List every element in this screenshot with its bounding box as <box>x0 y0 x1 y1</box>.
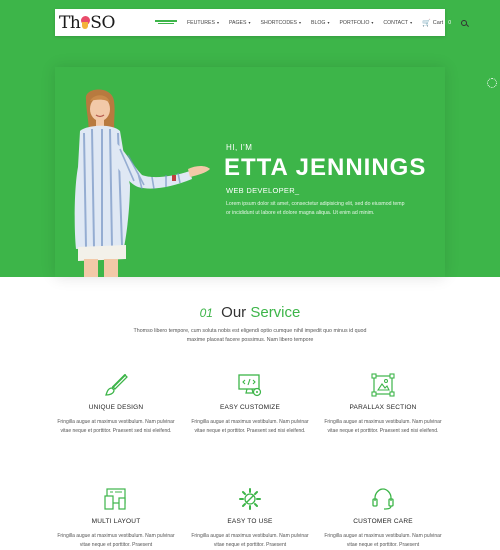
nav-item-portfolio[interactable]: PORTFOLIO ▾ <box>339 20 373 26</box>
hero-person-image <box>74 89 210 277</box>
nav-item-features[interactable]: FEUTURES ▾ <box>187 20 219 26</box>
nav-item-blog[interactable]: BLOG ▾ <box>311 20 329 26</box>
section-intro: Thomso libero tempore, cum soluta nobis … <box>133 328 367 343</box>
hero-role: WEB DEVELOPER_ <box>226 186 300 195</box>
headset-icon <box>372 488 394 510</box>
loader-icon <box>487 78 497 88</box>
logo-mark-icon <box>79 13 93 30</box>
hero-name: ETTA JENNINGS <box>224 154 427 181</box>
hero-description: Lorem ipsum dolor sit amet, consectetur … <box>226 201 405 216</box>
service-card-multi-layout: MULTI LAYOUT Fringilla augue at maximus … <box>56 486 176 549</box>
service-title: EASY CUSTOMIZE <box>220 404 280 411</box>
image-frame-icon <box>371 373 395 397</box>
service-card-customer-care: CUSTOMER CARE Fringilla augue at maximus… <box>323 486 443 549</box>
service-title: EASY TO USE <box>227 518 273 525</box>
nav-item-pages[interactable]: PAGES ▾ <box>229 20 251 26</box>
nav-home-indicator[interactable] <box>155 19 177 26</box>
service-card-unique-design: UNIQUE DESIGN Fringilla augue at maximus… <box>56 372 176 435</box>
service-text: Fringilla augue at maximus vestibulum. N… <box>191 533 309 548</box>
logo[interactable]: Th SO <box>59 11 115 34</box>
cart-label: Cart <box>432 19 444 26</box>
logo-text-left: Th <box>59 12 81 33</box>
service-text: Fringilla augue at maximus vestibulum. N… <box>324 419 442 434</box>
service-text: Fringilla augue at maximus vestibulum. N… <box>191 419 309 434</box>
cart-count-badge: 0 <box>445 18 455 27</box>
section-title-accent: Service <box>250 304 301 321</box>
cart-icon: 🛒 <box>422 19 431 27</box>
code-monitor-icon <box>238 374 262 397</box>
multi-device-icon <box>104 488 126 510</box>
service-title: CUSTOMER CARE <box>353 518 413 525</box>
gear-wrench-icon <box>239 488 261 510</box>
service-text: Fringilla augue at maximus vestibulum. N… <box>57 533 175 548</box>
hero-greeting: HI, I'M <box>226 143 253 152</box>
cart-button[interactable]: 🛒 Cart 0 <box>422 18 455 27</box>
section-number: 01 <box>199 306 213 320</box>
service-text: Fringilla augue at maximus vestibulum. N… <box>57 419 175 434</box>
service-title: UNIQUE DESIGN <box>88 404 144 411</box>
service-card-easy-customize: EASY CUSTOMIZE Fringilla augue at maximu… <box>190 372 310 435</box>
service-title: PARALLAX SECTION <box>349 404 417 411</box>
service-title: MULTI LAYOUT <box>91 518 141 525</box>
service-text: Fringilla augue at maximus vestibulum. N… <box>324 533 442 548</box>
section-title: 01 Our Service <box>0 304 500 321</box>
navbar: Th SO FEUTURES ▾ PAGES ▾ SHORTCODES ▾ BLOG ▾… <box>55 9 468 36</box>
nav-item-shortcodes[interactable]: SHORTCODES ▾ <box>261 20 302 26</box>
nav-item-contact[interactable]: CONTACT ▾ <box>383 20 412 26</box>
brush-icon <box>105 374 128 396</box>
section-title-plain: Our <box>221 304 247 321</box>
logo-text-right: SO <box>90 12 115 33</box>
service-card-easy-to-use: EASY TO USE Fringilla augue at maximus v… <box>190 486 310 549</box>
nav-menu: FEUTURES ▾ PAGES ▾ SHORTCODES ▾ BLOG ▾ PORTF… <box>155 9 468 36</box>
search-icon[interactable] <box>461 19 468 26</box>
service-card-parallax-section: PARALLAX SECTION Fringilla augue at maxi… <box>323 372 443 435</box>
